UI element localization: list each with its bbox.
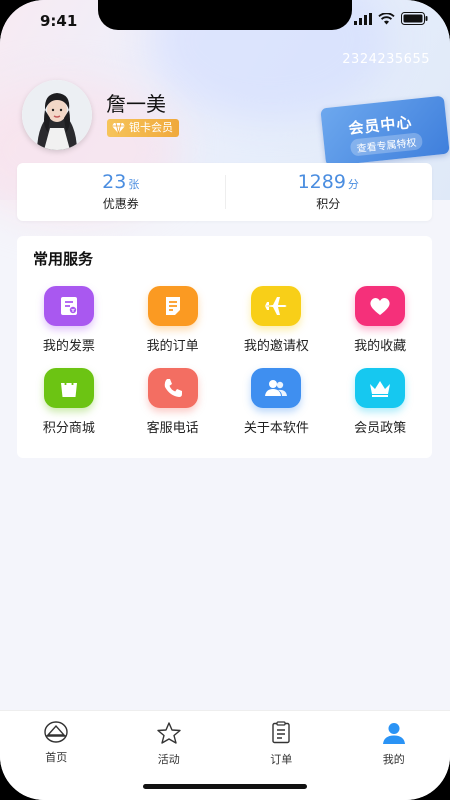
diamond-icon [112, 122, 125, 134]
phone-number: 2324235655 [342, 52, 430, 67]
device-notch [98, 0, 352, 30]
service-my-invitation[interactable]: 我的邀请权 [225, 286, 329, 354]
points-stat[interactable]: 1289 分 积分 [224, 163, 433, 221]
coupon-count: 23 [102, 171, 127, 193]
service-label: 我的发票 [42, 339, 95, 354]
coupon-stat[interactable]: 23 张 优惠券 [17, 163, 225, 221]
status-time: 9:41 [40, 12, 78, 30]
service-label: 积分商城 [42, 421, 95, 436]
users-icon [251, 368, 302, 408]
service-about-app[interactable]: 关于本软件 [225, 368, 329, 436]
common-services-card: 常用服务 我的发票 我的订单 我的邀请权 我的收藏 积分商城 客服电话 关于本软… [17, 236, 432, 458]
points-label: 积分 [316, 197, 341, 211]
tab-mine[interactable]: 我的 [338, 711, 450, 800]
home-indicator [143, 784, 307, 789]
shopping-bag-icon [43, 368, 94, 408]
stats-card: 23 张 优惠券 1289 分 积分 [17, 163, 432, 221]
points-count: 1289 [297, 171, 346, 193]
heart-icon [355, 286, 406, 326]
member-level-badge: 银卡会员 [107, 119, 179, 137]
coupon-label: 优惠券 [102, 197, 139, 211]
battery-icon [401, 12, 428, 25]
tab-label: 订单 [270, 753, 293, 766]
services-title: 常用服务 [33, 250, 94, 268]
signal-icon [354, 12, 372, 25]
service-member-policy[interactable]: 会员政策 [328, 368, 432, 436]
user-icon [382, 723, 405, 744]
tab-label: 首页 [45, 751, 68, 764]
service-points-mall[interactable]: 积分商城 [17, 368, 121, 436]
services-grid: 我的发票 我的订单 我的邀请权 我的收藏 积分商城 客服电话 关于本软件 会员政… [17, 286, 432, 436]
service-label: 我的收藏 [354, 339, 407, 354]
service-my-orders[interactable]: 我的订单 [121, 286, 225, 354]
user-name: 詹一美 [106, 92, 166, 116]
service-label: 关于本软件 [243, 421, 309, 436]
coupon-unit: 张 [128, 178, 140, 191]
airplane-icon [251, 286, 302, 326]
service-label: 会员政策 [354, 421, 407, 436]
service-label: 我的邀请权 [243, 339, 309, 354]
service-customer-phone[interactable]: 客服电话 [121, 368, 225, 436]
member-level-label: 银卡会员 [129, 121, 173, 134]
tab-label: 活动 [157, 753, 180, 766]
service-label: 我的订单 [146, 339, 199, 354]
order-icon [147, 286, 198, 326]
phone-icon [147, 368, 198, 408]
service-my-favorites[interactable]: 我的收藏 [328, 286, 432, 354]
tab-home[interactable]: 首页 [0, 711, 113, 800]
service-my-invoice[interactable]: 我的发票 [17, 286, 121, 354]
home-icon [44, 721, 68, 743]
tab-label: 我的 [382, 753, 405, 766]
avatar[interactable] [22, 80, 92, 150]
crown-icon [355, 368, 406, 408]
status-icons [354, 12, 428, 25]
wifi-icon [378, 12, 395, 24]
screen: 9:41 2324235655 詹一美 银卡会员 会员中心 查看专属特权 23 … [0, 0, 450, 800]
orders-icon [272, 721, 290, 744]
points-unit: 分 [347, 178, 359, 191]
invoice-icon [43, 286, 94, 326]
service-label: 客服电话 [146, 421, 199, 436]
star-icon [157, 722, 181, 744]
